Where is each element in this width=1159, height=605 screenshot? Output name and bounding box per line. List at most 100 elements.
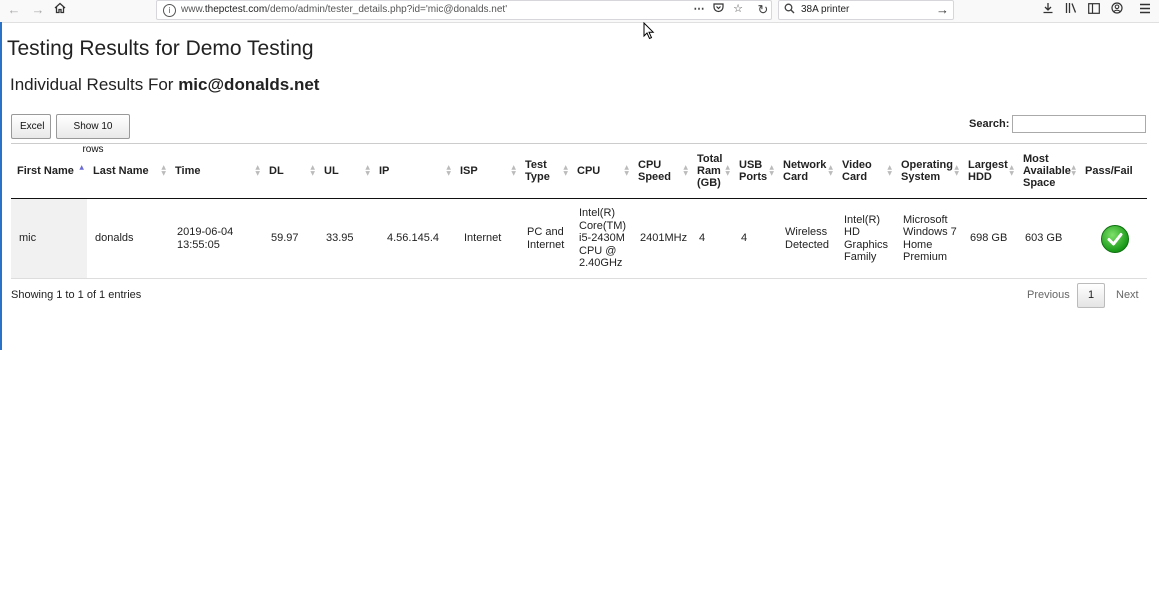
sort-icon: ▲ ▼ bbox=[624, 164, 629, 177]
sort-icon: ▲ ▼ bbox=[365, 164, 370, 177]
col-header-ul[interactable]: UL ▲ ▼ bbox=[318, 143, 373, 199]
page-subtitle: Individual Results For mic@donalds.net bbox=[10, 75, 319, 95]
col-header-largest-hdd[interactable]: Largest HDD ▲ ▼ bbox=[962, 143, 1017, 199]
sort-icon: ▲ ▼ bbox=[255, 164, 260, 177]
col-header-usb-ports[interactable]: USB Ports ▲ ▼ bbox=[733, 143, 777, 199]
bookmark-star-icon[interactable]: ☆ bbox=[730, 2, 746, 15]
downloads-icon[interactable] bbox=[1039, 1, 1057, 19]
col-label: Most Available Space bbox=[1023, 153, 1071, 189]
cell-last-name: donalds bbox=[95, 232, 134, 245]
cell-cpu-speed: 2401MHz bbox=[640, 232, 688, 245]
col-header-available-space[interactable]: Most Available Space ▲ ▼ bbox=[1017, 143, 1079, 199]
sort-icon: ▲ ▼ bbox=[683, 164, 688, 177]
col-header-ip[interactable]: IP ▲ ▼ bbox=[373, 143, 454, 199]
pagination-page-1[interactable]: 1 bbox=[1077, 283, 1105, 308]
table-row[interactable]: mic donalds 2019-06-04 13:55:05 59.97 33… bbox=[11, 198, 1147, 279]
cell-time: 2019-06-04 13:55:05 bbox=[177, 226, 234, 251]
col-label: CPU bbox=[577, 165, 601, 177]
col-label: Operating System bbox=[901, 159, 953, 183]
show-rows-button[interactable]: Show 10 rows bbox=[56, 114, 130, 155]
cell-isp: Internet bbox=[464, 232, 502, 245]
sort-icon: ▲ ▼ bbox=[769, 164, 774, 177]
cell-available-space: 603 GB bbox=[1025, 232, 1063, 245]
cell-cpu: Intel(R) Core(TM) i5-2430M CPU @ 2.40GHz bbox=[579, 207, 627, 270]
site-info-icon[interactable]: i bbox=[163, 4, 176, 17]
cell-usb-ports: 4 bbox=[741, 232, 748, 245]
sort-icon: ▲ ▼ bbox=[954, 164, 959, 177]
cell-pass-fail bbox=[1079, 199, 1147, 279]
col-header-last-name[interactable]: Last Name ▲ ▼ bbox=[87, 143, 169, 199]
cell-largest-hdd: 698 GB bbox=[970, 232, 1008, 245]
account-icon[interactable] bbox=[1108, 1, 1126, 19]
sort-icon: ▲ ▼ bbox=[310, 164, 315, 177]
col-label: USB Ports bbox=[739, 159, 768, 183]
pagination-previous[interactable]: Previous bbox=[1027, 289, 1070, 301]
col-label: IP bbox=[379, 165, 390, 177]
cell-dl: 59.97 bbox=[271, 232, 299, 245]
col-header-cpu-speed[interactable]: CPU Speed ▲ ▼ bbox=[632, 143, 691, 199]
url-path: /demo/admin/tester_details.php?id='mic@d… bbox=[267, 4, 508, 15]
reload-icon[interactable]: ↻ bbox=[754, 1, 772, 19]
browser-toolbar: ← → i www.thepctest.com/demo/admin/teste… bbox=[0, 0, 1159, 23]
col-label: CPU Speed bbox=[638, 159, 672, 183]
sort-icon: ▲ ▼ bbox=[161, 164, 166, 177]
col-header-time[interactable]: Time ▲ ▼ bbox=[169, 143, 263, 199]
col-header-cpu[interactable]: CPU ▲ ▼ bbox=[571, 143, 632, 199]
col-header-test-type[interactable]: Test Type ▲ ▼ bbox=[519, 143, 571, 199]
mouse-cursor-icon bbox=[643, 22, 655, 40]
table-search-input[interactable] bbox=[1012, 115, 1146, 133]
col-label: Video Card bbox=[842, 159, 872, 183]
col-header-operating-system[interactable]: Operating System ▲ ▼ bbox=[895, 143, 962, 199]
sort-icon: ▲ ▼ bbox=[1071, 164, 1076, 177]
url-text[interactable]: www.thepctest.com/demo/admin/tester_deta… bbox=[181, 4, 507, 15]
col-label: First Name bbox=[17, 165, 74, 177]
tester-email: mic@donalds.net bbox=[178, 75, 320, 94]
col-header-first-name[interactable]: First Name ▲ bbox=[11, 143, 87, 199]
url-bar[interactable]: i www.thepctest.com/demo/admin/tester_de… bbox=[156, 0, 772, 20]
pagination-next[interactable]: Next bbox=[1116, 289, 1139, 301]
excel-button[interactable]: Excel bbox=[11, 114, 51, 139]
sort-icon: ▲ ▼ bbox=[1009, 164, 1014, 177]
col-label: Network Card bbox=[783, 159, 827, 183]
page-title: Testing Results for Demo Testing bbox=[7, 37, 314, 60]
sort-asc-icon: ▲ bbox=[79, 164, 84, 171]
col-label: ISP bbox=[460, 165, 478, 177]
cell-ip: 4.56.145.4 bbox=[387, 232, 439, 245]
col-label: Last Name bbox=[93, 165, 149, 177]
col-header-total-ram[interactable]: Total Ram (GB) ▲ ▼ bbox=[691, 143, 733, 199]
search-bar-text[interactable]: 38A printer bbox=[801, 4, 849, 15]
sort-icon: ▲ ▼ bbox=[446, 164, 451, 177]
sort-icon: ▲ ▼ bbox=[511, 164, 516, 177]
sort-icon: ▲ ▼ bbox=[725, 164, 730, 177]
col-label: Test Type bbox=[525, 159, 550, 183]
col-label: Largest HDD bbox=[968, 159, 1008, 183]
sidebar-icon[interactable] bbox=[1085, 1, 1103, 19]
col-header-dl[interactable]: DL ▲ ▼ bbox=[263, 143, 318, 199]
forward-icon[interactable]: → bbox=[29, 1, 47, 19]
cell-first-name: mic bbox=[11, 198, 87, 279]
library-icon[interactable] bbox=[1062, 1, 1080, 19]
search-bar[interactable]: 38A printer → bbox=[778, 0, 954, 20]
col-header-isp[interactable]: ISP ▲ ▼ bbox=[454, 143, 519, 199]
back-icon[interactable]: ← bbox=[5, 1, 23, 19]
search-go-icon[interactable]: → bbox=[936, 2, 949, 17]
cell-video-card: Intel(R) HD Graphics Family bbox=[844, 213, 889, 264]
search-label: Search: bbox=[969, 118, 1010, 130]
sort-icon: ▲ ▼ bbox=[828, 164, 833, 177]
home-icon[interactable] bbox=[51, 1, 69, 19]
cell-ul: 33.95 bbox=[326, 232, 354, 245]
results-table: First Name ▲ Last Name ▲ ▼ Time ▲ ▼ DL ▲ ▼ UL ▲ ▼… bbox=[11, 143, 1147, 279]
cell-operating-system: Microsoft Windows 7 Home Premium bbox=[903, 213, 957, 264]
page-actions-icon[interactable]: ⋯ bbox=[691, 2, 707, 15]
sort-icon: ▲ ▼ bbox=[887, 164, 892, 177]
col-header-network-card[interactable]: Network Card ▲ ▼ bbox=[777, 143, 836, 199]
cell-test-type: PC and Internet bbox=[527, 226, 565, 251]
col-label: Time bbox=[175, 165, 201, 177]
pass-check-icon bbox=[1101, 224, 1129, 253]
menu-icon[interactable] bbox=[1136, 1, 1154, 19]
col-header-pass-fail[interactable]: Pass/Fail bbox=[1079, 143, 1147, 199]
col-label: Pass/Fail bbox=[1085, 165, 1133, 177]
col-label: DL bbox=[269, 165, 284, 177]
col-header-video-card[interactable]: Video Card ▲ ▼ bbox=[836, 143, 895, 199]
pocket-icon[interactable] bbox=[710, 2, 726, 16]
